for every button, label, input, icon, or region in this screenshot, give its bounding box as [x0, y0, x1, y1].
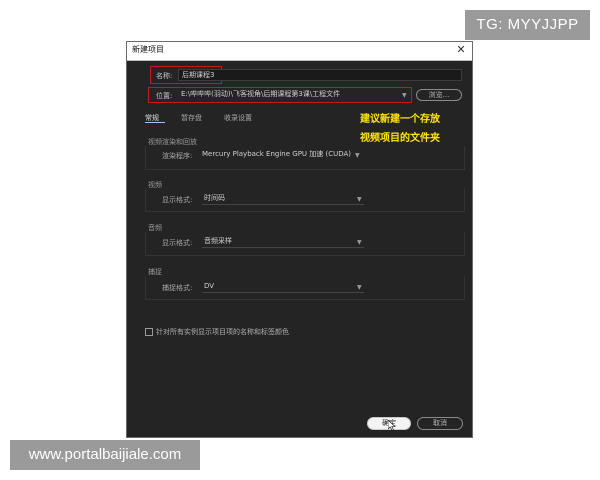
location-dropdown[interactable]: E:\哔哔哔(羽动)\飞客视角\后期课程第3课\工程文件: [178, 89, 400, 100]
location-chevron-down-icon[interactable]: ▼: [402, 92, 407, 99]
name-label: 名称:: [156, 72, 173, 80]
video-display-format-label: 显示格式:: [162, 196, 193, 204]
renderer-chevron-down-icon[interactable]: ▼: [355, 152, 360, 159]
show-label-color-checkbox-label: 针对所有实例显示项目项的名称和标签颜色: [156, 328, 289, 336]
capture-chevron-down-icon[interactable]: ▼: [357, 284, 362, 291]
location-label: 位置:: [156, 92, 173, 100]
annotation-line-2: 视频项目的文件夹: [360, 133, 440, 144]
capture-format-dropdown[interactable]: DV: [204, 281, 354, 292]
renderer-label: 渲染程序:: [162, 152, 193, 160]
mouse-cursor-icon: [388, 420, 396, 431]
video-display-format-dropdown[interactable]: 时间码: [204, 193, 354, 204]
video-dropdown-underline: [202, 204, 364, 205]
browse-button[interactable]: 浏览...: [416, 89, 462, 101]
annotation-line-1: 建议新建一个存放: [360, 114, 440, 125]
name-input[interactable]: 后期课程3: [178, 69, 462, 81]
watermark-top: TG: MYYJJPP: [465, 10, 590, 40]
tab-ingest-settings[interactable]: 收录设置: [224, 113, 252, 123]
tab-scratch-disks[interactable]: 暂存盘: [181, 113, 202, 123]
audio-chevron-down-icon[interactable]: ▼: [357, 239, 362, 246]
close-icon[interactable]: ✕: [455, 43, 467, 57]
show-label-color-checkbox[interactable]: [145, 328, 153, 336]
watermark-bottom: www.portalbaijiale.com: [10, 440, 200, 470]
audio-display-format-label: 显示格式:: [162, 239, 193, 247]
dialog-title: 新建项目: [132, 45, 164, 54]
capture-format-label: 捕捉格式:: [162, 284, 193, 292]
video-chevron-down-icon[interactable]: ▼: [357, 196, 362, 203]
renderer-dropdown[interactable]: Mercury Playback Engine GPU 加速 (CUDA): [202, 149, 352, 160]
audio-dropdown-underline: [202, 247, 364, 248]
cancel-button[interactable]: 取消: [417, 417, 463, 430]
active-tab-indicator: [145, 122, 165, 123]
dialog-titlebar: 新建项目 ✕: [127, 42, 472, 61]
capture-dropdown-underline: [202, 292, 364, 293]
audio-display-format-dropdown[interactable]: 音频采样: [204, 236, 354, 247]
